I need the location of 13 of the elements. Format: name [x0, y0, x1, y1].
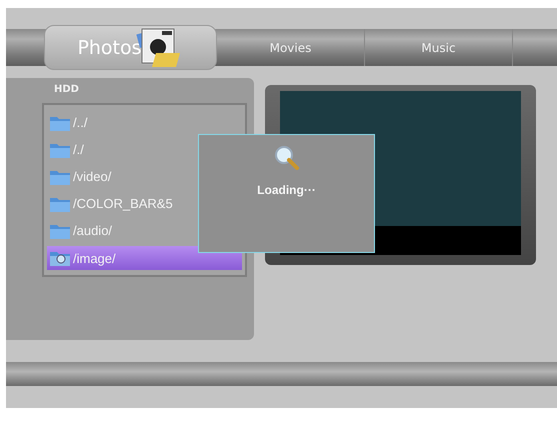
- file-item[interactable]: /video/: [47, 163, 242, 190]
- search-icon: [274, 145, 300, 171]
- tab[interactable]: Photos: [44, 25, 217, 70]
- file-item[interactable]: /COLOR_BAR&5: [47, 190, 242, 217]
- tab[interactable]: Movies: [217, 29, 365, 66]
- file-item[interactable]: /image/: [47, 246, 242, 270]
- file-item[interactable]: /audio/: [47, 217, 242, 244]
- file-item[interactable]: /./: [47, 136, 242, 163]
- image-folder-icon: [49, 249, 71, 267]
- file-item[interactable]: /../: [47, 109, 242, 136]
- loading-message: Loading···: [257, 183, 316, 197]
- tab[interactable]: Music: [365, 29, 513, 66]
- panel-title: HDD: [54, 84, 80, 97]
